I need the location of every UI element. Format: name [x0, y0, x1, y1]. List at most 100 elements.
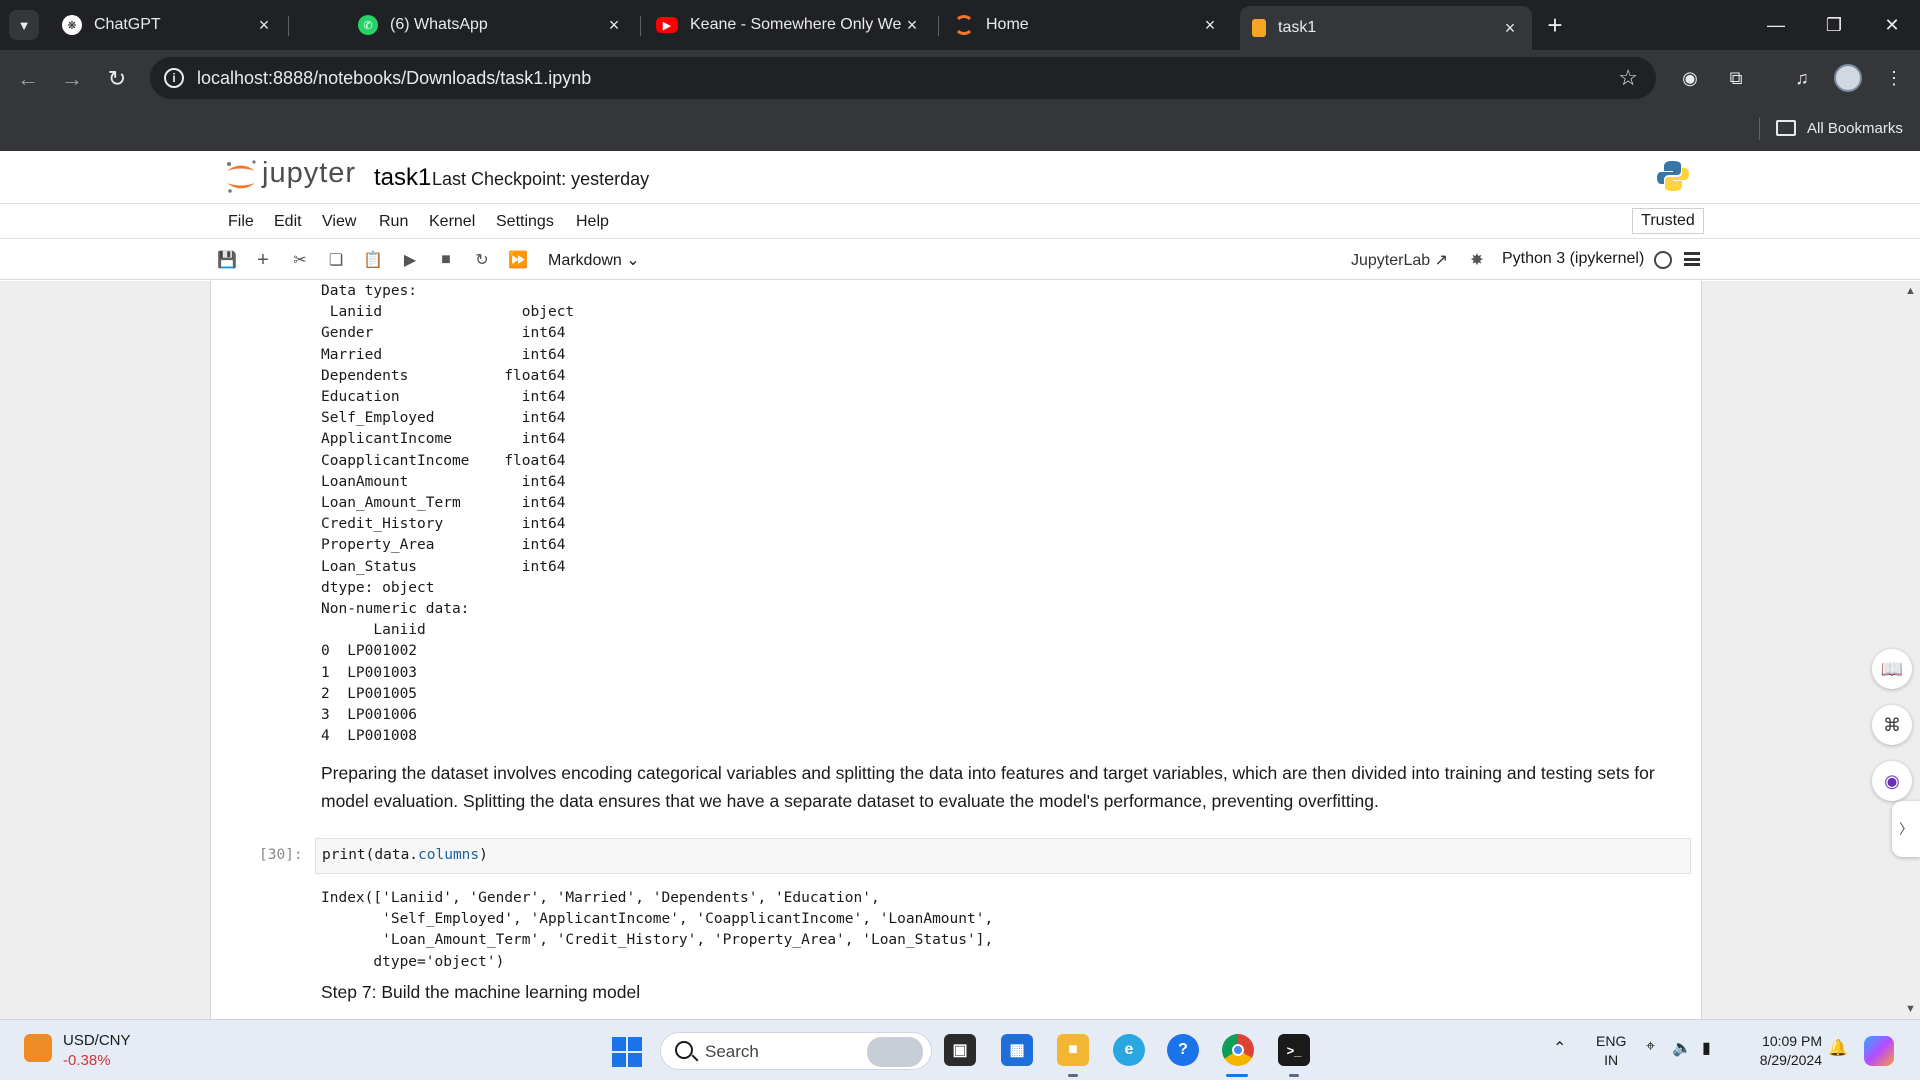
jupyter-logo-icon[interactable] — [224, 158, 258, 196]
open-jupyterlab-link[interactable]: JupyterLab ↗ — [1351, 250, 1448, 270]
app-active-indicator — [1226, 1074, 1248, 1077]
paste-icon[interactable]: 📋 — [362, 249, 384, 271]
microsoft-store-icon[interactable]: ▦ — [1001, 1034, 1033, 1066]
scroll-down-arrow-icon[interactable]: ▼ — [1905, 1003, 1916, 1015]
output-line: Property_Area int64 — [321, 537, 566, 554]
forward-arrow-icon[interactable]: → — [57, 64, 87, 94]
widget-title[interactable]: USD/CNY — [63, 1032, 131, 1049]
notebook-title[interactable]: task1 — [374, 164, 431, 192]
menu-kernel[interactable]: Kernel — [429, 213, 475, 231]
kernel-name[interactable]: Python 3 (ipykernel) — [1502, 250, 1644, 268]
close-tab-icon[interactable]: × — [902, 15, 922, 36]
cell-output-dtypes: Data types: Laniid object Gender int64 Mar… — [321, 281, 574, 747]
tab-whatsapp[interactable]: ✆ (6) WhatsApp × — [346, 8, 636, 42]
browser-menu-icon[interactable]: ⋮ — [1880, 64, 1908, 92]
restore-icon[interactable]: ❐ — [1812, 8, 1856, 42]
code-cell-input[interactable]: print(data.columns) — [315, 838, 1691, 874]
trusted-indicator[interactable]: Trusted — [1632, 208, 1704, 234]
stop-kernel-icon[interactable]: ■ — [435, 249, 457, 271]
help-question-icon[interactable]: ? — [1167, 1034, 1199, 1066]
tab-label: Home — [986, 16, 1029, 33]
jupyter-menubar: File Edit View Run Kernel Settings Help … — [0, 205, 1920, 239]
system-clock[interactable]: 10:09 PM 8/29/2024 — [1742, 1032, 1822, 1070]
external-link-icon: ↗ — [1434, 252, 1449, 269]
apps-grid-icon[interactable]: ⌘ — [1872, 705, 1912, 745]
scroll-up-arrow-icon[interactable]: ▲ — [1905, 285, 1916, 297]
insert-cell-plus-icon[interactable]: + — [252, 249, 274, 271]
input-language[interactable]: ENG IN — [1596, 1032, 1626, 1070]
copy-icon[interactable]: ❏ — [325, 249, 347, 271]
address-bar[interactable]: i localhost:8888/notebooks/Downloads/tas… — [150, 57, 1656, 99]
notifications-bell-icon[interactable]: 🔔 — [1828, 1038, 1848, 1058]
output-line: dtype='object') — [321, 953, 505, 970]
menu-run[interactable]: Run — [379, 213, 408, 231]
cell-output-columns: Index(['Laniid', 'Gender', 'Married', 'D… — [321, 888, 993, 973]
task-view-icon[interactable]: ▣ — [944, 1034, 976, 1066]
tab-chatgpt[interactable]: ❋ ChatGPT × — [50, 8, 286, 42]
close-tab-icon[interactable]: × — [1500, 18, 1520, 39]
edge-browser-icon[interactable]: e — [1113, 1034, 1145, 1066]
menu-edit[interactable]: Edit — [274, 213, 302, 231]
close-tab-icon[interactable]: × — [1200, 15, 1220, 36]
minimize-icon[interactable]: — — [1754, 8, 1798, 42]
folder-icon[interactable] — [1776, 120, 1796, 136]
chrome-icon[interactable] — [1222, 1034, 1254, 1066]
copilot-icon[interactable] — [1864, 1036, 1894, 1066]
url-text[interactable]: localhost:8888/notebooks/Downloads/task1… — [197, 68, 591, 89]
tab-search-chevron-icon[interactable]: ▼ — [9, 10, 39, 40]
close-window-icon[interactable]: ✕ — [1870, 8, 1914, 42]
tab-youtube[interactable]: ▶ Keane - Somewhere Only We Kn × — [644, 8, 934, 42]
reload-icon[interactable]: ↻ — [102, 64, 132, 94]
profile-avatar[interactable] — [1834, 64, 1862, 92]
notebook-panel: Data types: Laniid object Gender int64 Mar… — [210, 281, 1702, 1019]
windows-start-icon[interactable] — [612, 1037, 642, 1067]
markdown-cell[interactable]: Preparing the dataset involves encoding … — [321, 759, 1681, 815]
output-line: 'Self_Employed', 'ApplicantIncome', 'Coa… — [321, 911, 994, 928]
bookmark-star-icon[interactable]: ☆ — [1618, 65, 1638, 91]
python-logo-icon — [1657, 161, 1689, 191]
assistant-face-icon[interactable]: ◉ — [1872, 761, 1912, 801]
show-hidden-icons-chevron-icon[interactable]: ⌃ — [1553, 1038, 1566, 1058]
save-icon[interactable]: 💾 — [216, 249, 238, 271]
tab-task1[interactable]: task1 × — [1240, 6, 1532, 50]
menu-hamburger-icon[interactable] — [1684, 252, 1700, 266]
menu-file[interactable]: File — [228, 213, 254, 231]
cut-scissors-icon[interactable]: ✂ — [289, 249, 311, 271]
widget-value[interactable]: -0.38% — [63, 1052, 111, 1069]
currency-widget-icon[interactable] — [24, 1034, 52, 1062]
file-explorer-icon[interactable]: ■ — [1057, 1034, 1089, 1066]
output-line: Data types: — [321, 283, 418, 299]
debugger-bug-icon[interactable]: ✸ — [1466, 249, 1488, 271]
back-arrow-icon[interactable]: ← — [13, 64, 43, 94]
wifi-icon[interactable]: ⌖ — [1646, 1038, 1655, 1056]
restart-run-all-icon[interactable]: ⏩ — [507, 249, 529, 271]
menu-help[interactable]: Help — [576, 213, 609, 231]
media-controls-icon[interactable]: ♫ — [1788, 64, 1816, 92]
output-line: 1 LP001003 — [321, 664, 418, 681]
extensions-puzzle-icon[interactable]: ⧉ — [1722, 64, 1750, 92]
tab-home[interactable]: Home × — [942, 8, 1232, 42]
markdown-step-heading[interactable]: Step 7: Build the machine learning model — [321, 982, 640, 1003]
terminal-icon[interactable]: >_ — [1278, 1034, 1310, 1066]
volume-icon[interactable]: 🔈 — [1672, 1038, 1692, 1058]
battery-icon[interactable]: ▮ — [1702, 1038, 1711, 1058]
site-info-icon[interactable]: i — [164, 68, 184, 88]
jupyter-wordmark[interactable]: jupyter — [262, 157, 356, 190]
tab-label: (6) WhatsApp — [390, 16, 488, 33]
new-tab-plus-icon[interactable]: + — [1540, 10, 1570, 40]
extension-icon[interactable]: ◉ — [1676, 64, 1704, 92]
output-line: Non-numeric data: — [321, 601, 470, 618]
cell-type-dropdown[interactable]: Markdown ⌄ — [548, 250, 640, 270]
menu-view[interactable]: View — [322, 213, 356, 231]
run-cell-icon[interactable]: ▶ — [399, 249, 421, 271]
reader-book-icon[interactable]: 📖 — [1872, 649, 1912, 689]
chevron-down-icon: ⌄ — [626, 252, 640, 269]
code-line[interactable]: print(data.columns) — [322, 847, 488, 863]
all-bookmarks-link[interactable]: All Bookmarks — [1807, 120, 1903, 137]
menu-settings[interactable]: Settings — [496, 213, 554, 231]
close-tab-icon[interactable]: × — [254, 15, 274, 36]
sidebar-toggle-icon[interactable]: 〉 — [1892, 801, 1920, 857]
taskbar-search-box[interactable]: Search — [660, 1032, 932, 1070]
close-tab-icon[interactable]: × — [604, 15, 624, 36]
restart-kernel-icon[interactable]: ↻ — [471, 249, 493, 271]
